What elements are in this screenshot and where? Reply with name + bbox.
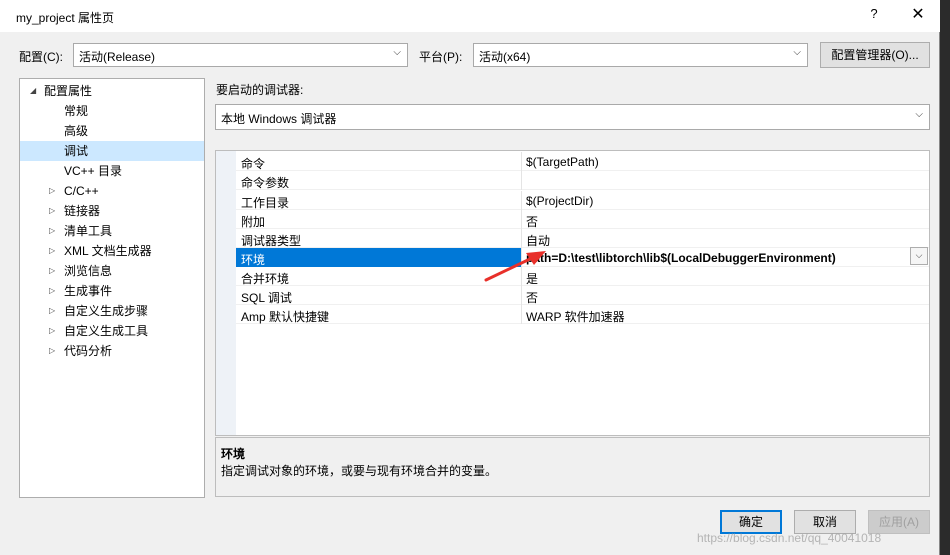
collapsed-icon[interactable]: ▷	[49, 221, 55, 241]
property-name: Amp 默认快捷键	[236, 305, 522, 324]
property-name: 命令参数	[236, 171, 522, 190]
property-pages-dialog: my_project 属性页 ? ✕ 配置(C): 活动(Release) ⌵ …	[0, 0, 940, 555]
grid-gutter	[216, 151, 236, 435]
tree-item-label: 自定义生成工具	[64, 324, 149, 338]
property-name: 附加	[236, 210, 522, 229]
tree-item-debugging[interactable]: 调试	[20, 141, 204, 161]
property-row-sql-debugging[interactable]: SQL 调试 否	[236, 286, 929, 305]
property-row-amp-default-accelerator[interactable]: Amp 默认快捷键 WARP 软件加速器	[236, 305, 929, 324]
chevron-down-icon: ⌵	[793, 47, 801, 58]
tree-item-custom-build-tool[interactable]: ▷ 自定义生成工具	[20, 321, 204, 341]
platform-label: 平台(P):	[419, 50, 463, 64]
tree-item-label: 常规	[64, 104, 89, 118]
collapsed-icon[interactable]: ▷	[49, 281, 55, 301]
property-row-merge-environment[interactable]: 合并环境 是	[236, 267, 929, 286]
description-panel: 环境 指定调试对象的环境，或要与现有环境合并的变量。	[215, 437, 930, 497]
platform-select[interactable]: 活动(x64) ⌵	[473, 43, 808, 67]
tree-item-browse-info[interactable]: ▷ 浏览信息	[20, 261, 204, 281]
collapsed-icon[interactable]: ▷	[49, 301, 55, 321]
platform-value: 活动(x64)	[479, 50, 531, 64]
tree-item-label: C/C++	[64, 184, 99, 198]
property-name: 命令	[236, 152, 522, 171]
property-tree[interactable]: ◢ 配置属性 常规 高级 调试 VC++ 目录 ▷ C/C++ ▷ 链接器 ▷ …	[19, 78, 205, 498]
tree-item-cpp[interactable]: ▷ C/C++	[20, 181, 204, 201]
help-button[interactable]: ?	[862, 6, 886, 26]
tree-item-vc-directories[interactable]: VC++ 目录	[20, 161, 204, 181]
debugger-select[interactable]: 本地 Windows 调试器 ⌵	[215, 104, 930, 130]
description-title: 环境	[221, 447, 246, 461]
tree-item-label: 代码分析	[64, 344, 113, 358]
property-name: 工作目录	[236, 191, 522, 210]
property-row-command-arguments[interactable]: 命令参数	[236, 171, 929, 190]
description-text: 指定调试对象的环境，或要与现有环境合并的变量。	[221, 464, 498, 478]
tree-item-linker[interactable]: ▷ 链接器	[20, 201, 204, 221]
tree-item-label: 高级	[64, 124, 89, 138]
tree-item-label: 生成事件	[64, 284, 113, 298]
collapsed-icon[interactable]: ▷	[49, 181, 55, 201]
tree-item-label: 自定义生成步骤	[64, 304, 149, 318]
chevron-down-icon: ⌵	[915, 251, 923, 261]
collapsed-icon[interactable]: ▷	[49, 341, 55, 361]
tree-item-general[interactable]: 常规	[20, 101, 204, 121]
watermark: https://blog.csdn.net/qq_40041018	[697, 531, 882, 545]
debugger-to-launch-label: 要启动的调试器:	[216, 83, 304, 97]
collapsed-icon[interactable]: ▷	[49, 201, 55, 221]
property-value[interactable]: 是	[522, 267, 929, 286]
tree-item-label: 清单工具	[64, 224, 113, 238]
configuration-select[interactable]: 活动(Release) ⌵	[73, 43, 408, 67]
window-title: my_project 属性页	[16, 11, 115, 25]
background-strip	[941, 0, 950, 555]
configuration-label: 配置(C):	[19, 50, 63, 64]
collapsed-icon[interactable]: ▷	[49, 241, 55, 261]
tree-item-code-analysis[interactable]: ▷ 代码分析	[20, 341, 204, 361]
tree-item-label: 浏览信息	[64, 264, 113, 278]
property-row-command[interactable]: 命令 $(TargetPath)	[236, 152, 929, 171]
tree-item-label: XML 文档生成器	[64, 244, 152, 258]
collapsed-icon[interactable]: ▷	[49, 321, 55, 341]
tree-item-label: VC++ 目录	[64, 164, 123, 178]
configuration-manager-button[interactable]: 配置管理器(O)...	[820, 42, 930, 68]
tree-item-custom-build-step[interactable]: ▷ 自定义生成步骤	[20, 301, 204, 321]
configuration-value: 活动(Release)	[79, 50, 156, 64]
property-value[interactable]	[522, 171, 929, 190]
annotation-arrow-icon	[484, 251, 546, 282]
property-value[interactable]: path=D:\test\libtorch\lib$(LocalDebugger…	[522, 248, 929, 267]
property-value[interactable]: 否	[522, 286, 929, 305]
property-row-working-directory[interactable]: 工作目录 $(ProjectDir)	[236, 191, 929, 210]
property-value[interactable]: $(ProjectDir)	[522, 191, 929, 210]
property-row-environment[interactable]: 环境 path=D:\test\libtorch\lib$(LocalDebug…	[236, 248, 929, 267]
property-value[interactable]: 否	[522, 210, 929, 229]
property-row-debugger-type[interactable]: 调试器类型 自动	[236, 229, 929, 248]
environment-dropdown-button[interactable]: ⌵	[910, 247, 928, 265]
tree-item-manifest-tool[interactable]: ▷ 清单工具	[20, 221, 204, 241]
title-bar: my_project 属性页 ? ✕	[0, 0, 940, 32]
tree-item-config-properties[interactable]: ◢ 配置属性	[20, 81, 204, 101]
property-value[interactable]: 自动	[522, 229, 929, 248]
tree-item-build-events[interactable]: ▷ 生成事件	[20, 281, 204, 301]
tree-item-label: 链接器	[64, 204, 101, 218]
tree-item-label: 调试	[64, 144, 89, 158]
expanded-icon[interactable]: ◢	[30, 81, 36, 101]
tree-item-advanced[interactable]: 高级	[20, 121, 204, 141]
debugger-value: 本地 Windows 调试器	[221, 112, 337, 126]
property-name: SQL 调试	[236, 286, 522, 305]
collapsed-icon[interactable]: ▷	[49, 261, 55, 281]
chevron-down-icon: ⌵	[915, 109, 923, 120]
property-grid: 命令 $(TargetPath) 命令参数 工作目录 $(ProjectDir)…	[215, 150, 930, 436]
property-row-attach[interactable]: 附加 否	[236, 210, 929, 229]
property-value[interactable]: WARP 软件加速器	[522, 305, 929, 324]
tree-item-xml-doc-generator[interactable]: ▷ XML 文档生成器	[20, 241, 204, 261]
close-button[interactable]: ✕	[906, 5, 930, 27]
property-value[interactable]: $(TargetPath)	[522, 152, 929, 171]
tree-item-label: 配置属性	[44, 84, 93, 98]
chevron-down-icon: ⌵	[393, 47, 401, 58]
